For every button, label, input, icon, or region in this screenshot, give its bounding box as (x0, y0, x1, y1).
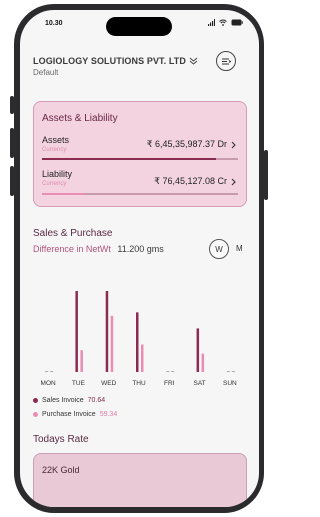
status-bar: 10.30 (20, 17, 259, 36)
x-tick-label: SUN (223, 380, 237, 387)
side-button (10, 166, 14, 196)
status-time: 10.30 (45, 20, 63, 27)
legend-sales: Sales Invoice 70.64 (33, 397, 105, 404)
liability-sublabel: Currency (42, 181, 67, 187)
company-subtitle: Default (33, 68, 59, 77)
bar-purchase-wed[interactable] (110, 315, 114, 372)
liability-amount: ₹ 76,45,127.08 Cr (154, 176, 227, 186)
power-button (264, 150, 268, 200)
assets-amount: ₹ 6,45,35,987.37 Dr (146, 139, 227, 149)
x-tick-label: SAT (193, 380, 205, 387)
x-tick-label: WED (101, 380, 116, 387)
bar-sales-thu[interactable] (136, 312, 139, 372)
assets-progress-fill (42, 158, 217, 160)
assets-progress (42, 158, 238, 160)
bar-purchase-tue[interactable] (80, 350, 83, 372)
chevron-right-icon (231, 141, 236, 148)
netwt-difference: Difference in NetWt 11.200 gms (33, 244, 164, 254)
dynamic-island (106, 17, 172, 36)
bar-sales-wed[interactable] (105, 290, 109, 372)
side-button (10, 96, 14, 114)
todays-rate-title: Todays Rate (33, 434, 89, 445)
rate-card-22k[interactable]: 22K Gold (33, 453, 247, 507)
liability-label: Liability (42, 169, 73, 179)
purchase-legend-label: Purchase Invoice (42, 411, 96, 418)
double-chevron-down-icon (189, 57, 198, 65)
signal-icon (208, 19, 215, 26)
x-tick-label: TUE (72, 380, 86, 387)
chevron-right-icon (231, 178, 236, 185)
battery-icon (231, 19, 243, 26)
menu-icon (221, 58, 231, 64)
netwt-difference-value: 11.200 gms (117, 244, 164, 254)
purchase-legend-dot (33, 412, 38, 417)
sales-purchase-chart: MON TUE WED THU FRI SAT SUN (41, 290, 237, 387)
bar-purchase-thu[interactable] (141, 344, 144, 372)
rate-card-label: 22K Gold (42, 465, 80, 475)
bar-purchase-mon-zero (50, 371, 54, 372)
assets-row-link[interactable]: ₹ 6,45,35,987.37 Dr (147, 139, 236, 150)
bar-sales-mon-zero (45, 371, 49, 372)
side-button (10, 128, 14, 158)
legend-purchase: Purchase Invoice 59.34 (33, 411, 117, 418)
x-tick-label: MON (41, 380, 56, 387)
card-title: Assets & Liability (42, 113, 118, 124)
netwt-difference-label: Difference in NetWt (33, 244, 111, 254)
company-name: LOGIOLOGY SOLUTIONS PVT. LTD (33, 56, 186, 66)
x-tick-label: FRI (164, 380, 175, 387)
purchase-legend-value: 59.34 (99, 411, 118, 418)
bar-sales-sun-zero (226, 371, 230, 372)
liability-row-link[interactable]: ₹ 76,45,127.08 Cr (154, 176, 236, 187)
sales-legend-dot (33, 398, 38, 403)
bar-purchase-fri-zero (171, 371, 175, 372)
sales-legend-value: 70.64 (87, 397, 106, 404)
company-selector[interactable]: LOGIOLOGY SOLUTIONS PVT. LTD (33, 56, 198, 66)
liability-progress-fill (42, 193, 86, 195)
bar-sales-tue[interactable] (75, 290, 78, 372)
liability-progress (42, 193, 238, 195)
app-screen: 10.30 LOGIOLOGY SOLUTIONS PVT. LTD Defau (20, 10, 259, 507)
x-tick-label: THU (132, 380, 146, 387)
menu-button[interactable] (216, 51, 236, 71)
bar-sales-fri-zero (166, 371, 170, 372)
month-toggle-button[interactable]: M (236, 244, 243, 253)
sales-purchase-title: Sales & Purchase (33, 228, 113, 239)
status-icons (208, 19, 243, 26)
bar-purchase-sun-zero (231, 371, 235, 372)
wifi-icon (219, 19, 227, 26)
week-toggle-button[interactable]: W (209, 239, 229, 259)
sales-legend-label: Sales Invoice (42, 397, 84, 404)
assets-sublabel: Currency (42, 147, 67, 153)
assets-label: Assets (42, 135, 70, 145)
bar-sales-sat[interactable] (196, 328, 200, 372)
assets-liability-card: Assets & Liability Assets Currency ₹ 6,4… (33, 101, 247, 207)
bar-purchase-sat[interactable] (201, 353, 205, 372)
